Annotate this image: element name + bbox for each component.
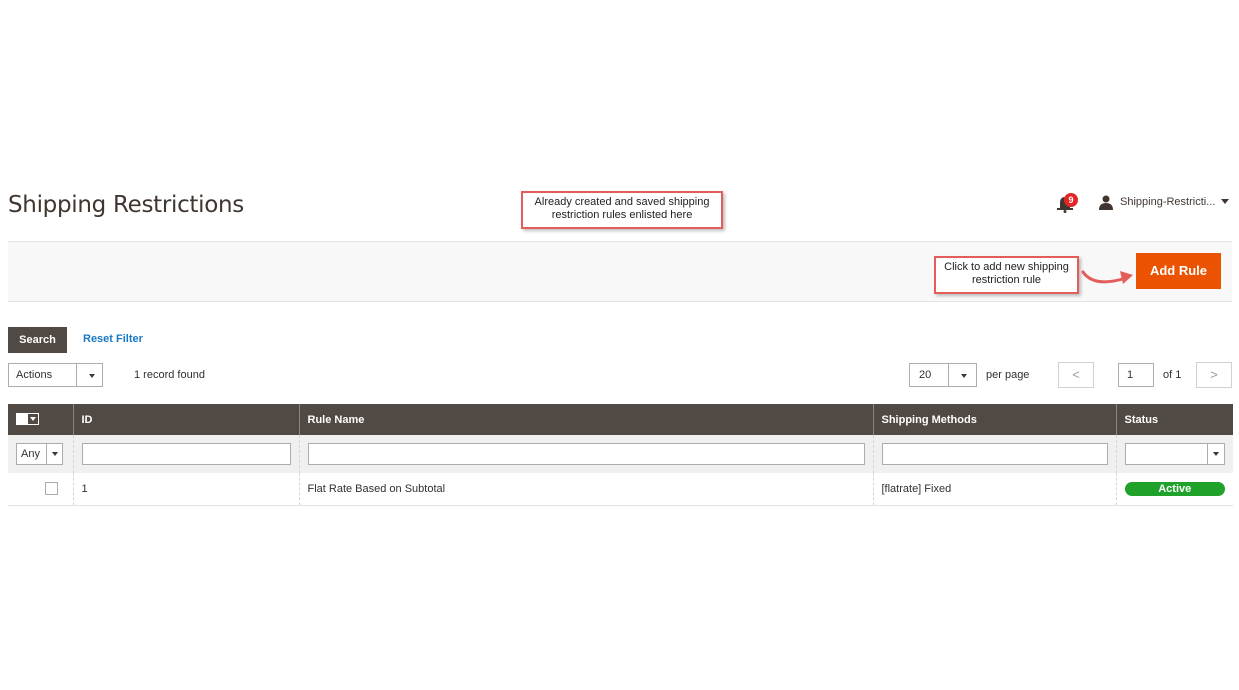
rule-name-filter-input[interactable] [307,443,865,465]
mass-select-checkbox[interactable] [16,412,39,425]
page-title: Shipping Restrictions [8,192,244,218]
mass-filter-select[interactable]: Any [16,443,63,465]
per-page-select[interactable]: 20 [909,363,977,387]
column-header-shipping-methods[interactable]: Shipping Methods [872,404,1116,435]
row-id: 1 [72,473,299,506]
mass-actions-select[interactable]: Actions [8,363,103,387]
chevron-down-icon [30,416,36,421]
table-row[interactable]: 1 Flat Rate Based on Subtotal [flatrate]… [8,473,1233,506]
status-badge: Active [1124,481,1225,496]
id-filter-input[interactable] [81,443,291,465]
account-name: Shipping-Restricti... [1120,196,1216,208]
records-found-count: 1 record found [134,369,205,381]
total-pages-label: of 1 [1163,369,1182,381]
row-shipping-methods: [flatrate] Fixed [872,473,1116,506]
grid-filter-row: Any [8,435,1233,473]
chevron-down-icon [1221,199,1230,204]
mass-filter-value: Any [21,448,40,460]
previous-page-button[interactable]: < [1058,362,1094,388]
chevron-down-icon [1213,452,1219,456]
chevron-down-icon [89,374,95,378]
annotation-callout-rules-list: Already created and saved shipping restr… [521,191,723,229]
status-filter-select[interactable] [1124,443,1225,465]
column-header-rule-name[interactable]: Rule Name [298,404,873,435]
chevron-down-icon [52,452,58,456]
notifications-count-badge: 9 [1064,193,1078,207]
chevron-down-icon [961,374,967,378]
per-page-value: 20 [919,369,932,381]
search-button[interactable]: Search [8,327,67,353]
row-rule-name: Flat Rate Based on Subtotal [298,473,873,506]
user-icon [1099,195,1113,210]
row-select-checkbox[interactable] [45,482,58,496]
grid-header-row: ID Rule Name Shipping Methods Status [8,404,1233,435]
add-rule-button[interactable]: Add Rule [1136,253,1221,289]
next-page-button[interactable]: > [1196,362,1232,388]
mass-actions-label: Actions [16,369,53,381]
column-mass-select[interactable] [8,404,73,435]
shipping-methods-filter-input[interactable] [881,443,1108,465]
account-menu[interactable]: Shipping-Restricti... [1098,193,1230,211]
column-header-status[interactable]: Status [1115,404,1233,435]
annotation-arrow-icon [1081,270,1133,284]
reset-filter-link[interactable]: Reset Filter [83,333,143,345]
rules-grid: ID Rule Name Shipping Methods Status Any [8,404,1233,506]
current-page-input[interactable]: 1 [1118,363,1154,387]
per-page-label: per page [986,369,1030,381]
column-header-id[interactable]: ID [72,404,299,435]
annotation-callout-add-rule: Click to add new shipping restriction ru… [934,256,1079,294]
